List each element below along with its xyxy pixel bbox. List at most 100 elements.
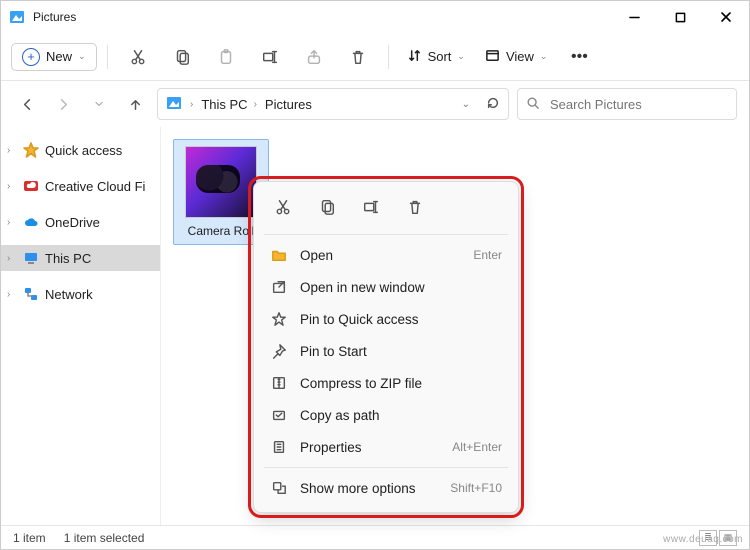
sidebar: › Quick access › Creative Cloud Fi › One… — [1, 127, 161, 525]
sort-icon — [407, 48, 422, 66]
star-icon — [270, 310, 288, 328]
sort-label: Sort — [428, 49, 452, 64]
sidebar-item-label: Creative Cloud Fi — [45, 179, 145, 194]
status-selected: 1 item selected — [64, 531, 145, 545]
separator — [107, 45, 108, 69]
copy-button[interactable] — [162, 39, 202, 75]
minimize-button[interactable] — [611, 1, 657, 33]
menu-compress-zip[interactable]: Compress to ZIP file — [254, 367, 518, 399]
rename-icon[interactable] — [358, 194, 384, 220]
menu-label: Copy as path — [300, 408, 490, 423]
context-menu: Open Enter Open in new window Pin to Qui… — [253, 181, 519, 513]
chevron-down-icon[interactable]: ⌄ — [462, 99, 470, 110]
explorer-window: Pictures + New ⌄ Sort ⌄ View ⌄ ••• — [0, 0, 750, 550]
separator — [264, 467, 508, 468]
sidebar-item-creative-cloud[interactable]: › Creative Cloud Fi — [1, 173, 160, 199]
menu-shortcut: Shift+F10 — [450, 481, 502, 495]
view-label: View — [506, 49, 534, 64]
menu-label: Open in new window — [300, 280, 490, 295]
separator — [388, 45, 389, 69]
rename-button[interactable] — [250, 39, 290, 75]
menu-open-new-window[interactable]: Open in new window — [254, 271, 518, 303]
monitor-icon — [23, 250, 39, 266]
watermark: www.deuaq.com — [663, 534, 743, 545]
close-button[interactable] — [703, 1, 749, 33]
back-button[interactable] — [13, 90, 41, 118]
folder-thumbnail — [185, 146, 257, 218]
recent-button[interactable] — [85, 90, 113, 118]
chevron-down-icon: ⌄ — [457, 51, 465, 62]
menu-label: Open — [300, 248, 461, 263]
search-input[interactable] — [548, 96, 728, 113]
menu-properties[interactable]: Properties Alt+Enter — [254, 431, 518, 463]
maximize-button[interactable] — [657, 1, 703, 33]
plus-icon: + — [22, 48, 40, 66]
up-button[interactable] — [121, 90, 149, 118]
menu-pin-quick-access[interactable]: Pin to Quick access — [254, 303, 518, 335]
folder-open-icon — [270, 246, 288, 264]
menu-label: Properties — [300, 440, 440, 455]
titlebar: Pictures — [1, 1, 749, 33]
sidebar-item-quick-access[interactable]: › Quick access — [1, 137, 160, 163]
sidebar-item-label: Quick access — [45, 143, 122, 158]
pictures-icon — [166, 95, 182, 114]
sidebar-item-this-pc[interactable]: › This PC — [1, 245, 160, 271]
sidebar-item-network[interactable]: › Network — [1, 281, 160, 307]
toolbar: + New ⌄ Sort ⌄ View ⌄ ••• — [1, 33, 749, 81]
menu-label: Pin to Start — [300, 344, 490, 359]
menu-label: Compress to ZIP file — [300, 376, 490, 391]
pin-icon — [270, 342, 288, 360]
view-icon — [485, 48, 500, 66]
menu-shortcut: Enter — [473, 248, 502, 262]
menu-pin-start[interactable]: Pin to Start — [254, 335, 518, 367]
share-button[interactable] — [294, 39, 334, 75]
chevron-right-icon: › — [7, 145, 17, 156]
delete-button[interactable] — [338, 39, 378, 75]
chevron-down-icon: ⌄ — [78, 51, 86, 62]
more-button[interactable]: ••• — [559, 39, 599, 75]
paste-button[interactable] — [206, 39, 246, 75]
view-button[interactable]: View ⌄ — [477, 44, 556, 70]
search-icon — [526, 96, 540, 113]
address-bar[interactable]: › This PC› Pictures ⌄ — [157, 88, 509, 120]
copy-path-icon — [270, 406, 288, 424]
menu-copy-path[interactable]: Copy as path — [254, 399, 518, 431]
cloud-icon — [23, 214, 39, 230]
search-box[interactable] — [517, 88, 737, 120]
zip-icon — [270, 374, 288, 392]
menu-shortcut: Alt+Enter — [452, 440, 502, 454]
sidebar-item-label: This PC — [45, 251, 91, 266]
delete-icon[interactable] — [402, 194, 428, 220]
refresh-button[interactable] — [486, 96, 500, 113]
cut-icon[interactable] — [270, 194, 296, 220]
menu-open[interactable]: Open Enter — [254, 239, 518, 271]
star-icon — [23, 142, 39, 158]
breadcrumb-root[interactable]: This PC› — [201, 97, 257, 112]
cut-button[interactable] — [118, 39, 158, 75]
folder-label: Camera Roll — [180, 224, 262, 238]
navbar: › This PC› Pictures ⌄ — [1, 81, 749, 127]
sidebar-item-label: OneDrive — [45, 215, 100, 230]
window-title: Pictures — [33, 10, 76, 24]
status-count: 1 item — [13, 531, 46, 545]
forward-button[interactable] — [49, 90, 77, 118]
separator — [264, 234, 508, 235]
copy-icon[interactable] — [314, 194, 340, 220]
pictures-app-icon — [9, 9, 25, 25]
sidebar-item-onedrive[interactable]: › OneDrive — [1, 209, 160, 235]
breadcrumb-current[interactable]: Pictures — [265, 97, 312, 112]
chevron-right-icon: › — [7, 253, 17, 264]
new-window-icon — [270, 278, 288, 296]
new-button[interactable]: + New ⌄ — [11, 43, 97, 71]
new-label: New — [46, 49, 72, 64]
chevron-right-icon: › — [7, 217, 17, 228]
chevron-down-icon: ⌄ — [540, 51, 548, 62]
sort-button[interactable]: Sort ⌄ — [399, 44, 473, 70]
network-icon — [23, 286, 39, 302]
status-bar: 1 item 1 item selected ≣ ▦ — [1, 525, 749, 549]
show-more-icon — [270, 479, 288, 497]
creative-cloud-icon — [23, 178, 39, 194]
menu-show-more[interactable]: Show more options Shift+F10 — [254, 472, 518, 504]
sidebar-item-label: Network — [45, 287, 93, 302]
properties-icon — [270, 438, 288, 456]
